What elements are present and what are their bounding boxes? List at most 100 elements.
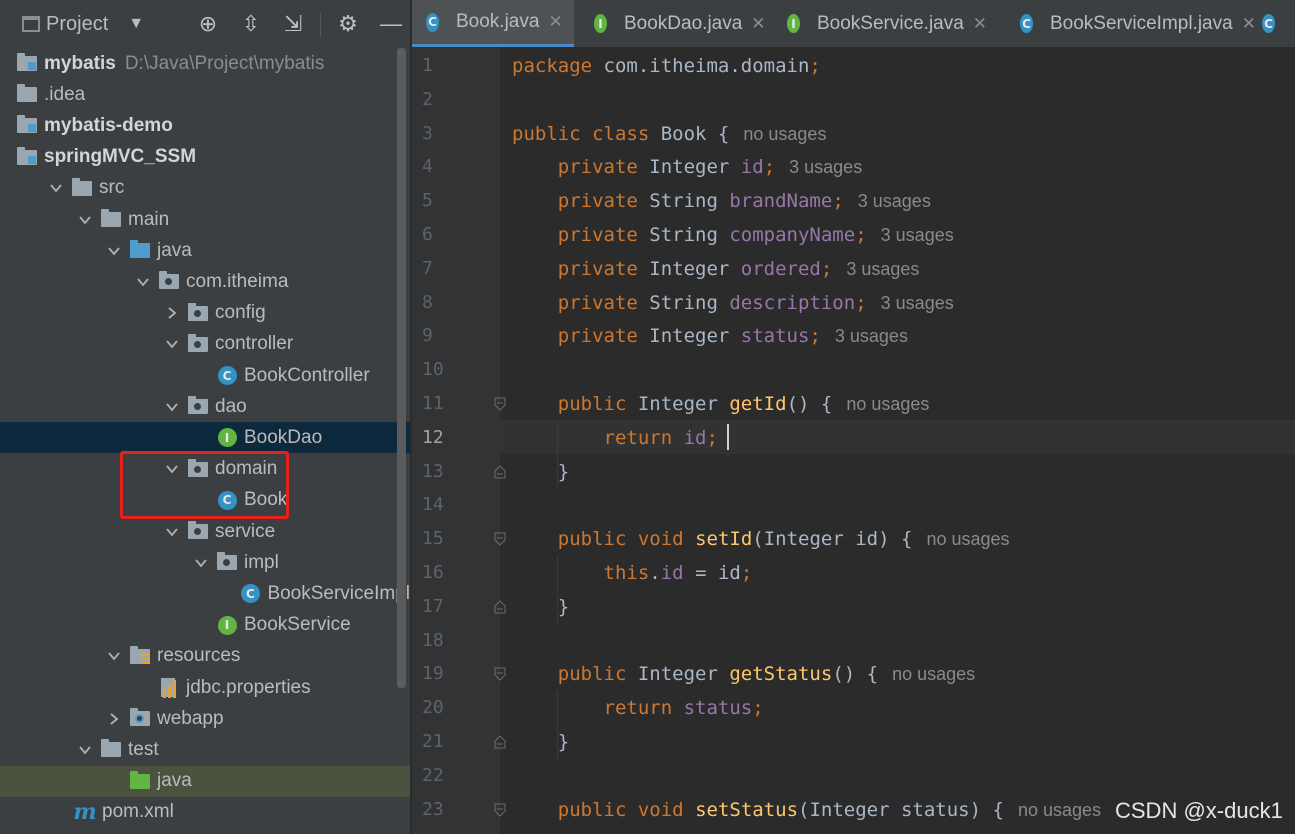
tree-item[interactable]: com.itheima [0,266,410,297]
chevron-down-icon[interactable] [45,177,67,199]
tree-item[interactable]: springMVC_SSM [0,142,410,173]
editor-tab[interactable]: I BookDao.java ✕ [580,0,766,47]
code-line[interactable]: return id; [512,421,718,455]
interface-icon: I [594,13,616,35]
gear-icon[interactable]: ⚙ [333,0,363,48]
code-line[interactable]: return status; [512,691,764,725]
usages-hint[interactable]: no usages [1018,800,1101,820]
usages-hint[interactable]: 3 usages [835,326,908,346]
tree-item[interactable]: test [0,734,410,765]
tree-item[interactable]: m pom.xml [0,797,410,828]
chevron-right-icon[interactable] [161,302,183,324]
editor-tab-overflow[interactable]: C [1262,0,1295,47]
fold-end-icon[interactable] [494,464,506,479]
tree-item[interactable]: jdbc.properties [0,672,410,703]
tree-scrollbar[interactable] [397,48,406,688]
fold-end-icon[interactable] [494,735,506,749]
usages-hint[interactable]: no usages [892,664,975,684]
code-line[interactable]: } [512,455,569,489]
code-line[interactable]: public Integer getId() {no usages [512,387,930,421]
close-icon[interactable]: ✕ [751,14,765,34]
code-line[interactable]: private Integer ordered; 3 usages [512,252,920,286]
tree-item[interactable]: dao [0,391,410,422]
tree-item[interactable]: java [0,235,410,266]
web-folder-icon [129,708,151,730]
fold-icon[interactable] [494,397,506,411]
chevron-down-icon[interactable] [161,333,183,355]
usages-hint[interactable]: 3 usages [858,191,931,211]
code-line[interactable] [512,488,523,522]
tree-item-label: src [99,177,125,199]
tree-item-label: webapp [157,707,224,729]
usages-hint[interactable]: 3 usages [881,225,954,245]
editor-tab[interactable]: C BookServiceImpl.java ✕ [1006,0,1256,47]
code-editor[interactable]: 1 2 3 4 5 6 7 8 9 10 11 12 13 14 15 16 17 18 19 20 21 22 23 pa… [412,47,1295,834]
code-line[interactable] [512,759,523,793]
close-icon[interactable]: ✕ [1242,14,1256,34]
chevron-down-icon[interactable] [103,645,125,667]
usages-hint[interactable]: 3 usages [789,157,862,177]
code-line[interactable]: } [512,725,569,759]
line-number: 16 [422,562,444,583]
code-line[interactable]: public class Book {no usages [512,117,826,151]
tree-item[interactable]: impl [0,547,410,578]
usages-hint[interactable]: no usages [743,124,826,144]
chevron-down-icon[interactable] [74,739,96,761]
tree-item[interactable]: src [0,173,410,204]
tree-item[interactable]: C BookServiceImpl [0,578,410,609]
tree-item[interactable]: config [0,298,410,329]
expand-all-icon[interactable]: ⇳ [236,0,266,48]
code-line[interactable]: private String companyName; 3 usages [512,218,954,252]
usages-hint[interactable]: no usages [846,394,929,414]
chevron-down-icon[interactable] [74,209,96,231]
code-line[interactable]: private Integer status; 3 usages [512,319,908,353]
code-line[interactable]: package com.itheima.domain; [512,49,821,83]
code-line[interactable]: private String brandName; 3 usages [512,184,931,218]
tree-item[interactable]: mybatis D:\Java\Project\mybatis [0,48,410,79]
line-number: 1 [422,55,433,76]
chevron-down-icon[interactable] [103,240,125,262]
editor-tab[interactable]: C Book.java ✕ [412,0,574,47]
tree-item[interactable]: webapp [0,703,410,734]
chevron-down-icon[interactable] [190,552,212,574]
collapse-all-icon[interactable]: ⇲ [278,0,308,48]
locate-icon[interactable]: ⊕ [193,0,223,48]
tree-item[interactable]: I BookDao [0,422,410,454]
chevron-down-icon[interactable] [132,271,154,293]
fold-end-icon[interactable] [494,600,506,614]
code-line[interactable]: public Integer getStatus() {no usages [512,657,975,691]
code-line[interactable]: private Integer id; 3 usages [512,150,862,184]
chevron-down-icon[interactable] [161,396,183,418]
code-line[interactable] [512,353,523,387]
fold-icon[interactable] [494,532,506,546]
project-path: D:\Java\Project\mybatis [124,52,325,74]
chevron-right-icon[interactable] [103,708,125,730]
hide-panel-icon[interactable]: — [376,0,406,48]
tree-item[interactable]: controller [0,329,410,360]
fold-icon[interactable] [494,803,506,817]
tree-item[interactable]: java [0,765,410,797]
code-line[interactable]: public void setId(Integer id) {no usages [512,522,1010,556]
code-line[interactable]: public void setStatus(Integer status) {n… [512,793,1101,827]
close-icon[interactable]: ✕ [973,14,987,34]
tree-item[interactable]: mybatis-demo [0,110,410,141]
tree-item[interactable]: .idea [0,79,410,110]
tree-item[interactable]: I BookService [0,610,410,641]
tree-item[interactable]: service [0,516,410,547]
code-line[interactable]: private String description; 3 usages [512,286,954,320]
usages-hint[interactable]: 3 usages [846,259,919,279]
usages-hint[interactable]: 3 usages [881,293,954,313]
chevron-down-icon[interactable] [161,521,183,543]
tree-item[interactable]: C BookController [0,360,410,391]
code-line[interactable]: } [512,590,569,624]
editor-tab[interactable]: I BookService.java ✕ [773,0,995,47]
project-view-selector[interactable]: Project ▼ [22,0,162,48]
tree-item[interactable]: resources [0,641,410,672]
code-line[interactable] [512,624,523,658]
code-line[interactable]: this.id = id; [512,556,753,590]
close-icon[interactable]: ✕ [548,12,562,32]
code-line[interactable] [512,83,523,117]
fold-icon[interactable] [494,667,506,682]
tree-item[interactable]: main [0,204,410,235]
usages-hint[interactable]: no usages [926,529,1009,549]
